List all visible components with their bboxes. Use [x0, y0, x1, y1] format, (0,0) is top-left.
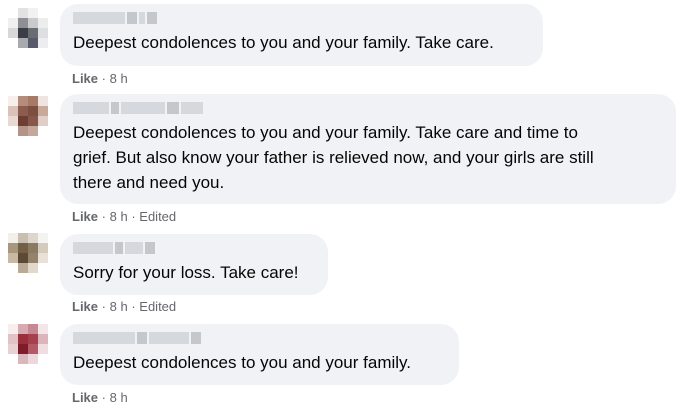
- author-name-blurred[interactable]: [73, 242, 316, 254]
- comment-actions: Like · 8 h: [72, 390, 128, 406]
- author-name-blurred[interactable]: [73, 12, 531, 24]
- separator: ·: [101, 390, 106, 405]
- comment-actions: Like · 8 h · Edited: [72, 299, 176, 315]
- separator: ·: [101, 299, 106, 314]
- comment-bubble: Deepest condolences to you and your fami…: [60, 94, 676, 204]
- like-button[interactable]: Like: [72, 71, 98, 86]
- comment-text: Deepest condolences to you and your fami…: [73, 123, 594, 192]
- timestamp[interactable]: 8 h: [110, 299, 128, 314]
- avatar[interactable]: [8, 324, 48, 364]
- separator: ·: [101, 209, 106, 224]
- avatar[interactable]: [8, 233, 48, 273]
- like-button[interactable]: Like: [72, 299, 98, 314]
- avatar[interactable]: [8, 96, 48, 136]
- author-name-blurred[interactable]: [73, 332, 447, 344]
- like-button[interactable]: Like: [72, 209, 98, 224]
- separator: ·: [101, 71, 106, 86]
- comment-bubble: Deepest condolences to you and your fami…: [60, 4, 543, 66]
- comment-text: Deepest condolences to you and your fami…: [73, 33, 494, 52]
- comment-text: Deepest condolences to you and your fami…: [73, 353, 411, 372]
- comment-bubble: Sorry for your loss. Take care!: [60, 234, 328, 295]
- edited-label[interactable]: Edited: [139, 299, 176, 314]
- comment-actions: Like · 8 h · Edited: [72, 209, 176, 225]
- separator: ·: [131, 299, 136, 314]
- avatar[interactable]: [8, 8, 48, 48]
- edited-label[interactable]: Edited: [139, 209, 176, 224]
- comment-bubble: Deepest condolences to you and your fami…: [60, 324, 459, 385]
- timestamp[interactable]: 8 h: [110, 71, 128, 86]
- comment-text: Sorry for your loss. Take care!: [73, 263, 299, 282]
- like-button[interactable]: Like: [72, 390, 98, 405]
- timestamp[interactable]: 8 h: [110, 209, 128, 224]
- author-name-blurred[interactable]: [73, 102, 664, 114]
- timestamp[interactable]: 8 h: [110, 390, 128, 405]
- comment-actions: Like · 8 h: [72, 71, 128, 87]
- comment-thread: Deepest condolences to you and your fami…: [0, 0, 688, 409]
- separator: ·: [131, 209, 136, 224]
